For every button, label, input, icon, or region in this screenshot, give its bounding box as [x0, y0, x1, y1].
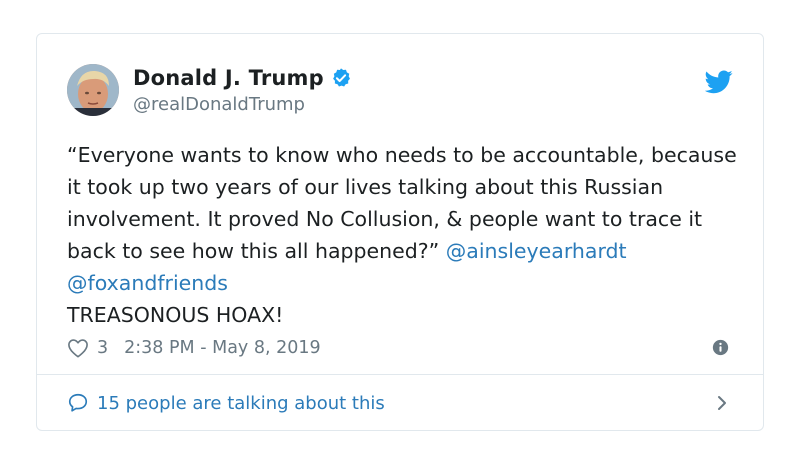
talking-about-label: 15 people are talking about this: [97, 392, 385, 414]
tweet-text: “Everyone wants to know who needs to be …: [67, 139, 747, 331]
info-icon[interactable]: [712, 339, 729, 356]
tweet-header: Donald J. Trump @realDonaldTrump: [67, 64, 733, 120]
tweet-meta: 3 2:38 PM - May 8, 2019: [67, 335, 733, 361]
talking-about-link[interactable]: 15 people are talking about this: [67, 386, 733, 420]
author-handle[interactable]: @realDonaldTrump: [133, 94, 352, 115]
like-count[interactable]: 3: [97, 338, 108, 358]
chevron-right-icon: [715, 394, 729, 412]
divider: [37, 374, 763, 375]
tweet-card: Donald J. Trump @realDonaldTrump “Everyo…: [36, 33, 764, 431]
display-name[interactable]: Donald J. Trump: [133, 66, 324, 90]
author-names: Donald J. Trump @realDonaldTrump: [133, 64, 352, 115]
avatar[interactable]: [67, 64, 119, 116]
twitter-bird-icon[interactable]: [704, 70, 733, 94]
verified-badge-icon: [330, 67, 352, 89]
heart-icon[interactable]: [67, 338, 89, 358]
tweet-tail: TREASONOUS HOAX!: [67, 303, 284, 327]
tweet-body: “Everyone wants to know who needs to be …: [67, 143, 737, 263]
speech-bubble-icon: [67, 392, 89, 414]
display-name-row: Donald J. Trump: [133, 64, 352, 92]
mention-link-ainsleyearhardt[interactable]: @ainsleyearhardt: [446, 239, 627, 263]
mention-link-foxandfriends[interactable]: @foxandfriends: [67, 271, 228, 295]
tweet-timestamp[interactable]: 2:38 PM - May 8, 2019: [124, 338, 321, 358]
